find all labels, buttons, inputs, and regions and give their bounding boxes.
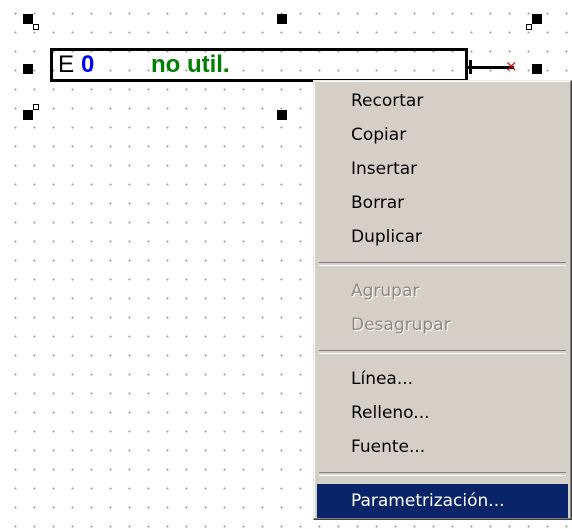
resize-handle-right[interactable] — [532, 64, 542, 74]
function-block[interactable]: E 0 no util. — [50, 48, 468, 82]
resize-handle-top-right[interactable] — [526, 14, 542, 30]
resize-handle-bottom[interactable] — [277, 110, 287, 120]
menu-separator — [319, 472, 566, 476]
menu-item-insertar[interactable]: Insertar — [317, 152, 568, 186]
block-number: 0 — [81, 51, 95, 78]
context-menu: Recortar Copiar Insertar Borrar Duplicar… — [313, 80, 572, 520]
menu-item-borrar[interactable]: Borrar — [317, 186, 568, 220]
menu-item-relleno[interactable]: Relleno... — [317, 396, 568, 430]
unconnected-marker-icon: × — [505, 57, 518, 75]
block-name-label: no util. — [151, 51, 230, 78]
resize-handle-left[interactable] — [23, 64, 33, 74]
menu-item-copiar[interactable]: Copiar — [317, 118, 568, 152]
resize-handle-bottom-left[interactable] — [23, 104, 39, 120]
design-canvas[interactable]: E 0 no util. × Recortar Copiar Insertar … — [0, 0, 572, 529]
menu-item-recortar[interactable]: Recortar — [317, 84, 568, 118]
menu-item-agrupar: Agrupar — [351, 281, 420, 301]
menu-separator — [319, 262, 566, 266]
block-type-label: E — [58, 51, 75, 78]
menu-item-desagrupar: Desagrupar — [351, 315, 451, 335]
menu-separator — [319, 350, 566, 354]
menu-item-parametrizacion[interactable]: Parametrización... — [317, 484, 568, 518]
menu-item-fuente[interactable]: Fuente... — [317, 430, 568, 464]
menu-item-duplicar[interactable]: Duplicar — [317, 220, 568, 254]
resize-handle-top[interactable] — [277, 14, 287, 24]
menu-item-linea[interactable]: Línea... — [317, 362, 568, 396]
resize-handle-top-left[interactable] — [23, 14, 39, 30]
